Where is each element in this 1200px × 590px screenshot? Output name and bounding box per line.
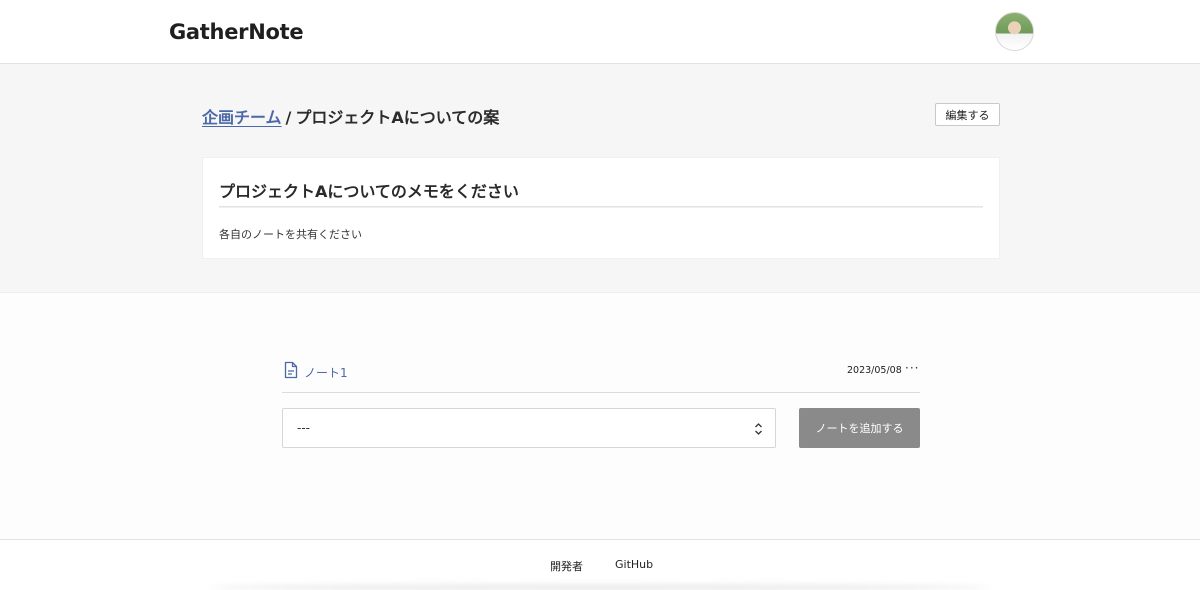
app-logo[interactable]: GatherNote: [169, 20, 304, 44]
note-more-menu-icon[interactable]: ···: [905, 361, 919, 375]
document-icon[interactable]: [284, 361, 298, 379]
site-header: GatherNote: [0, 0, 1200, 64]
page-title: プロジェクトAについての案: [295, 108, 500, 127]
select-updown-icon: [755, 423, 762, 435]
footer-link-developer[interactable]: 開発者: [550, 558, 583, 574]
note-list-item[interactable]: ノート1 2023/05/08 ···: [282, 355, 920, 393]
topic-card: プロジェクトAについてのメモをください 各自のノートを共有ください: [202, 157, 1000, 259]
site-footer: 開発者 GitHub: [0, 539, 1200, 590]
topic-title: プロジェクトAについてのメモをください: [219, 182, 519, 201]
topic-divider: [219, 206, 983, 208]
add-note-button[interactable]: ノートを追加する: [799, 408, 920, 448]
breadcrumb-team-link[interactable]: 企画チーム: [202, 108, 282, 127]
note-select-dropdown[interactable]: ---: [282, 408, 776, 448]
note-name-link[interactable]: ノート1: [304, 364, 348, 381]
note-date: 2023/05/08: [847, 365, 902, 376]
footer-link-github[interactable]: GitHub: [615, 558, 653, 571]
topic-description: 各自のノートを共有ください: [219, 228, 362, 241]
breadcrumb: 企画チーム / プロジェクトAについての案: [202, 104, 499, 128]
breadcrumb-separator: /: [285, 108, 292, 127]
note-select-value: ---: [297, 421, 310, 435]
user-avatar[interactable]: [995, 12, 1034, 51]
edit-button[interactable]: 編集する: [935, 103, 1000, 126]
footer-shadow: [210, 584, 990, 590]
